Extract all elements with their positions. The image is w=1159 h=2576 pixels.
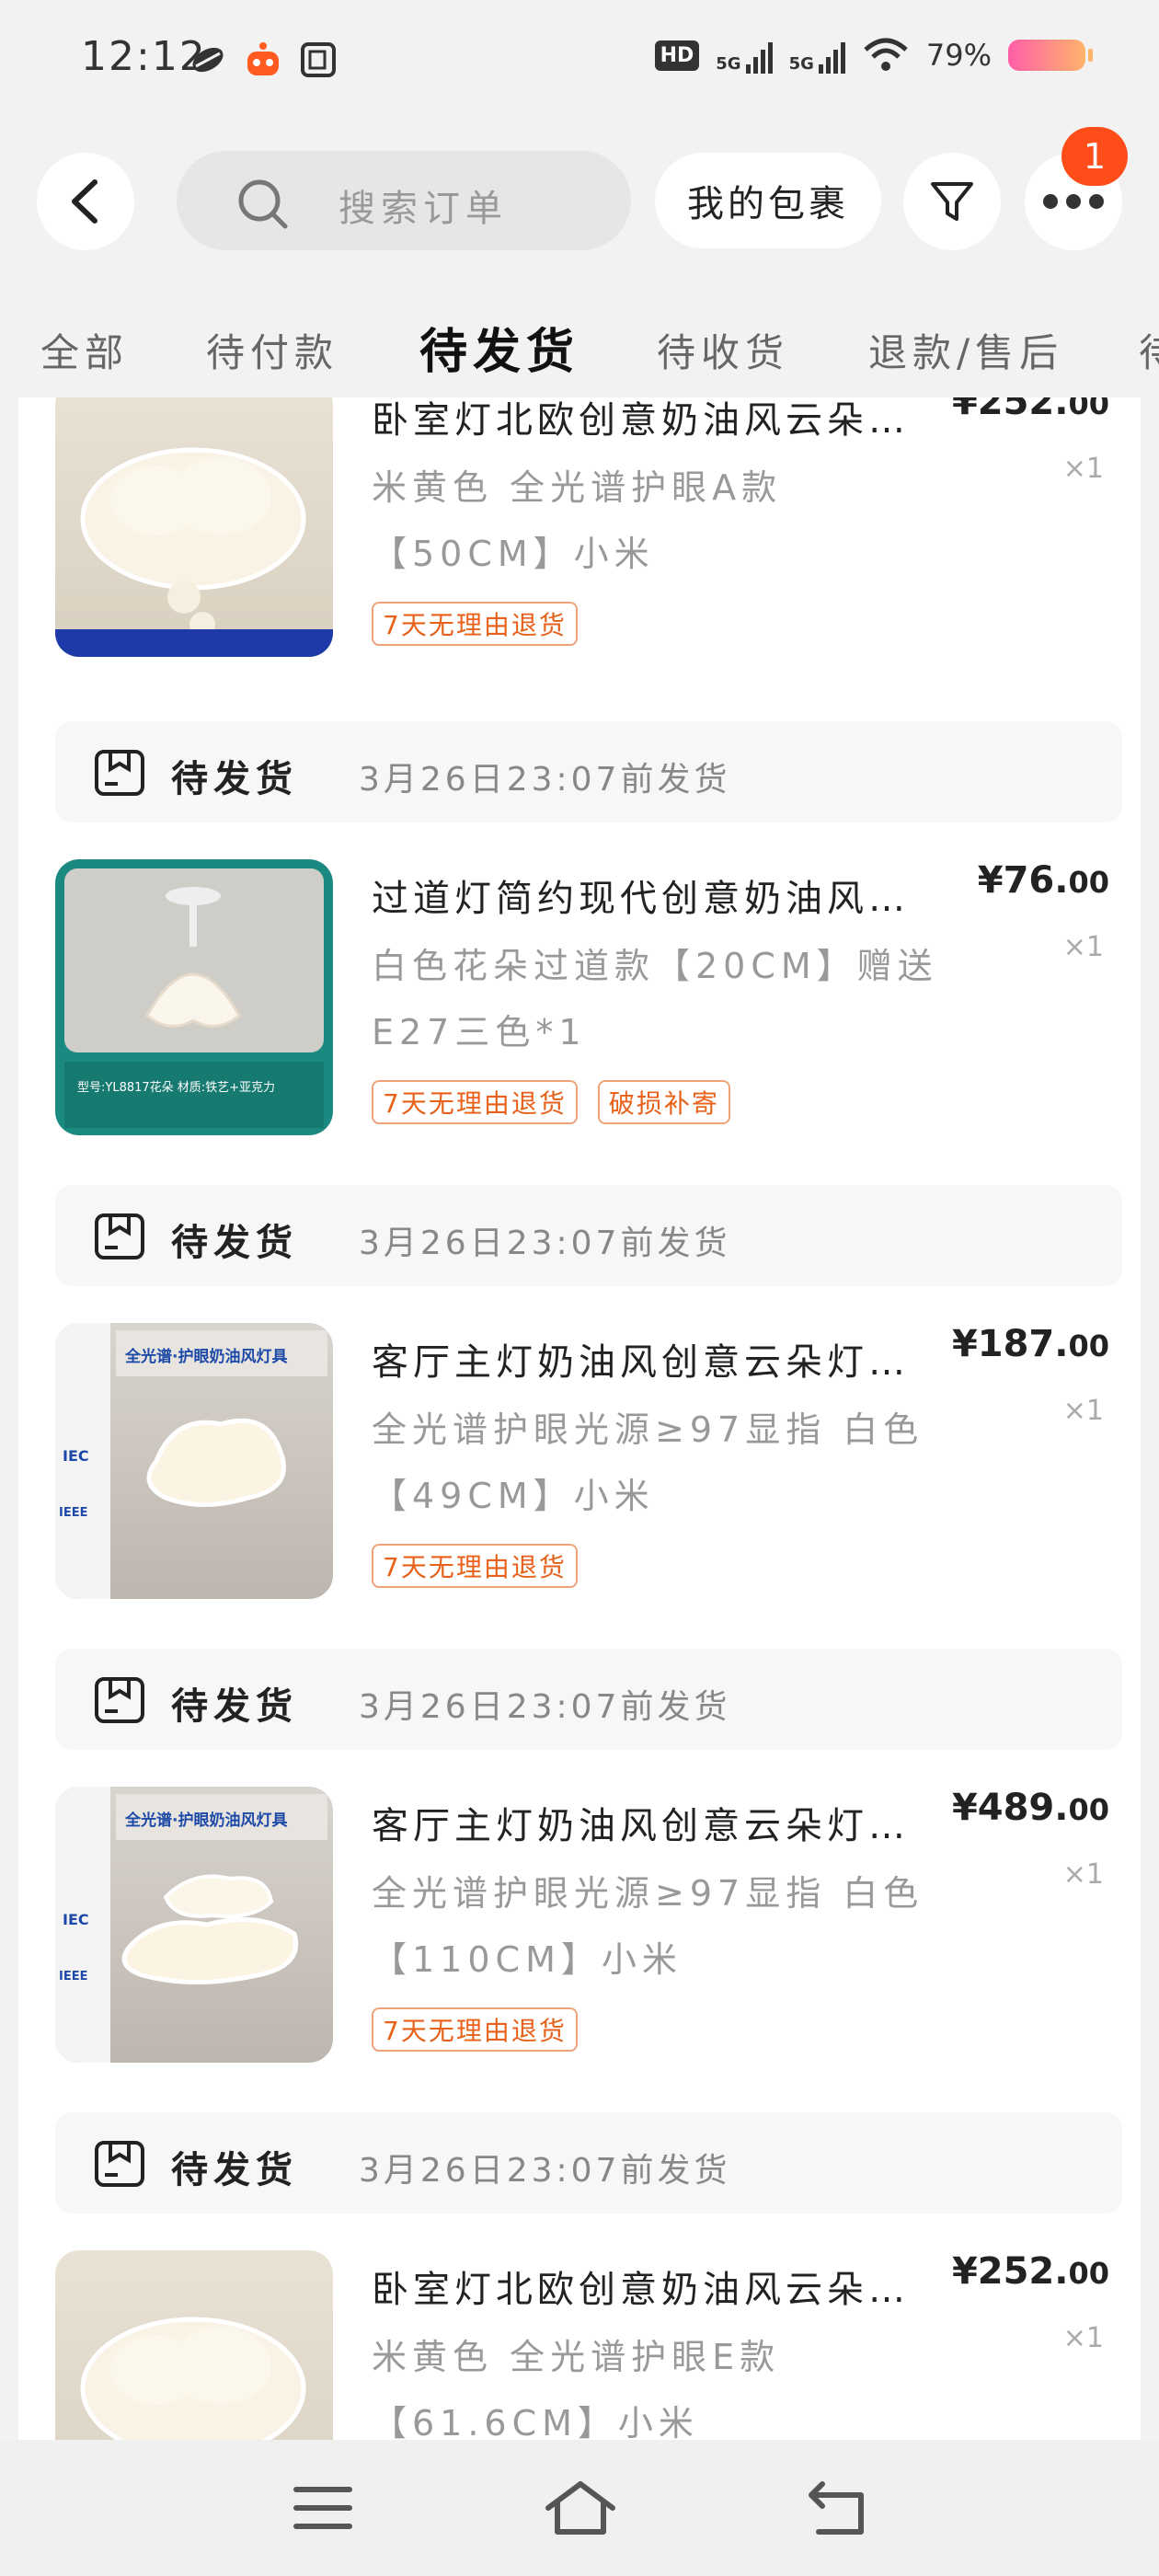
thumb-ieee-text: IEEE xyxy=(59,1506,87,1520)
signal-icon: 5G xyxy=(716,37,773,74)
product-title[interactable]: 卧室灯北欧创意奶油风云朵… xyxy=(372,2260,924,2313)
product-price: ¥76.00 xyxy=(977,859,1109,902)
order-card[interactable]: 卧室灯北欧创意奶油风云朵… ¥252.00 ×1 米黄色 全光谱护眼A款【50C… xyxy=(18,397,1141,675)
search-input[interactable]: 搜索订单 xyxy=(177,151,631,250)
product-price: ¥489.00 xyxy=(951,1787,1109,1829)
product-spec: 米黄色 全光谱护眼E款【61.6CM】小米 xyxy=(372,2337,781,2440)
ship-deadline: 3月26日23:07前发货 xyxy=(359,1688,731,1726)
thumb-banner-text: 全光谱·护眼奶油风灯具 xyxy=(124,1347,287,1366)
hd-icon: HD xyxy=(654,40,700,71)
status-right: HD 5G 5G 79% xyxy=(654,37,1093,74)
home-icon[interactable] xyxy=(543,2478,618,2537)
product-spec: 米黄色 全光谱护眼A款【50CM】小米 xyxy=(372,467,783,574)
order-card[interactable]: 待发货 3月26日23:07前发货 型号:YL8817花朵 材质:铁艺+亚克力 … xyxy=(18,721,1141,1154)
service-tags: 7天无理由退货 xyxy=(372,602,578,646)
calendar-app-icon xyxy=(299,40,338,79)
product-qty: ×1 xyxy=(1062,931,1104,963)
order-card[interactable]: 待发货 3月26日23:07前发货 IEC IEEE 全光谱·护眼奶油风灯具 客… xyxy=(18,1649,1141,2081)
signal-icon: 5G xyxy=(789,37,845,74)
product-qty: ×1 xyxy=(1062,453,1104,485)
filter-icon xyxy=(931,182,973,221)
thumb-ieee-text: IEEE xyxy=(59,1970,87,1984)
leaf-app-icon xyxy=(189,40,227,79)
return-tag: 7天无理由退货 xyxy=(372,1080,578,1124)
robot-app-icon xyxy=(244,40,282,79)
return-icon[interactable] xyxy=(806,2478,870,2537)
service-tags: 7天无理由退货 xyxy=(372,2007,578,2052)
tab-pending-payment[interactable]: 待付款 xyxy=(206,322,339,378)
menu-icon[interactable] xyxy=(291,2478,355,2537)
product-qty: ×1 xyxy=(1062,2322,1104,2354)
thumb-iec-text: IEC xyxy=(63,1911,89,1928)
product-price: ¥252.00 xyxy=(951,2250,1109,2293)
product-price: ¥252.00 xyxy=(951,397,1109,423)
battery-icon xyxy=(1008,40,1093,71)
order-header: 待发货 3月26日23:07前发货 xyxy=(55,2112,1122,2214)
wifi-icon xyxy=(864,38,908,71)
order-status: 待发货 xyxy=(171,1222,298,1264)
back-arrow-icon xyxy=(72,179,98,224)
product-price: ¥187.00 xyxy=(951,1323,1109,1365)
package-box-icon xyxy=(95,1213,144,1259)
tab-all[interactable]: 全部 xyxy=(40,322,129,378)
order-status: 待发货 xyxy=(171,758,298,800)
my-packages-button[interactable]: 我的包裹 xyxy=(655,153,881,248)
system-nav-bar xyxy=(0,2440,1159,2576)
product-title[interactable]: 客厅主灯奶油风创意云朵灯… xyxy=(372,1332,924,1386)
return-tag: 7天无理由退货 xyxy=(372,1544,578,1588)
order-status: 待发货 xyxy=(171,2149,298,2191)
ship-deadline: 3月26日23:07前发货 xyxy=(359,2152,731,2190)
notification-badge: 1 xyxy=(1061,127,1128,186)
product-spec: 白色花朵过道款【20CM】赠送E27三色*1 xyxy=(372,946,938,1052)
ship-deadline: 3月26日23:07前发货 xyxy=(359,761,731,799)
more-icon xyxy=(1043,194,1104,209)
damage-tag: 破损补寄 xyxy=(597,1080,730,1124)
thumb-spec-text: 型号:YL8817花朵 材质:铁艺+亚克力 xyxy=(77,1080,275,1095)
package-box-icon xyxy=(95,750,144,796)
thumb-banner-text: 全光谱·护眼奶油风灯具 xyxy=(124,1811,287,1830)
order-header: 待发货 3月26日23:07前发货 xyxy=(55,1185,1122,1286)
service-tags: 7天无理由退货 破损补寄 xyxy=(372,1080,730,1124)
notification-icons xyxy=(189,40,338,79)
order-list: 卧室灯北欧创意奶油风云朵… ¥252.00 ×1 米黄色 全光谱护眼A款【50C… xyxy=(18,397,1141,2440)
search-placeholder: 搜索订单 xyxy=(339,188,508,230)
filter-button[interactable] xyxy=(903,153,1001,250)
top-header: 搜索订单 我的包裹 1 xyxy=(0,127,1159,276)
package-box-icon xyxy=(95,2141,144,2187)
product-image[interactable]: 型号:YL8817花朵 材质:铁艺+亚克力 xyxy=(55,859,333,1135)
order-header: 待发货 3月26日23:07前发货 xyxy=(55,1649,1122,1750)
return-tag: 7天无理由退货 xyxy=(372,2007,578,2052)
tab-pending-receipt[interactable]: 待收货 xyxy=(657,322,789,378)
tab-more[interactable]: 待 xyxy=(1139,322,1159,378)
tab-refund[interactable]: 退款/售后 xyxy=(868,322,1063,378)
back-button[interactable] xyxy=(37,153,134,250)
product-title[interactable]: 过道灯简约现代创意奶油风走… xyxy=(372,868,924,922)
product-qty: ×1 xyxy=(1062,1858,1104,1891)
product-image[interactable]: IEC IEEE 全光谱·护眼奶油风灯具 xyxy=(55,1323,333,1599)
product-title[interactable]: 卧室灯北欧创意奶油风云朵… xyxy=(372,397,924,443)
product-spec: 全光谱护眼光源≥97显指 白色【110CM】小米 xyxy=(372,1873,924,1980)
product-image[interactable]: IEC IEEE 全光谱·护眼奶油风灯具 xyxy=(55,1787,333,2063)
order-header: 待发货 3月26日23:07前发货 xyxy=(55,721,1122,822)
product-title[interactable]: 客厅主灯奶油风创意云朵灯… xyxy=(372,1796,924,1849)
product-qty: ×1 xyxy=(1062,1395,1104,1427)
order-card[interactable]: 待发货 3月26日23:07前发货 卧室灯北欧创意奶油风云朵… ¥252.00 … xyxy=(18,2112,1141,2440)
product-image[interactable] xyxy=(55,2250,333,2440)
package-box-icon xyxy=(95,1677,144,1723)
order-status: 待发货 xyxy=(171,1685,298,1728)
order-tabs: 全部 待付款 待发货 待收货 退款/售后 待 xyxy=(0,304,1159,396)
order-card[interactable]: 待发货 3月26日23:07前发货 IEC IEEE 全光谱·护眼奶油风灯具 客… xyxy=(18,1185,1141,1617)
ship-deadline: 3月26日23:07前发货 xyxy=(359,1225,731,1262)
search-icon xyxy=(238,179,288,229)
product-spec: 全光谱护眼光源≥97显指 白色【49CM】小米 xyxy=(372,1409,924,1516)
product-image[interactable] xyxy=(55,397,333,657)
return-tag: 7天无理由退货 xyxy=(372,602,578,646)
thumb-iec-text: IEC xyxy=(63,1447,89,1465)
service-tags: 7天无理由退货 xyxy=(372,1544,578,1588)
tab-pending-shipment[interactable]: 待发货 xyxy=(419,313,580,382)
battery-percent: 79% xyxy=(925,38,992,73)
status-bar: 12:12 HD 5G 5G 79% xyxy=(0,0,1159,129)
